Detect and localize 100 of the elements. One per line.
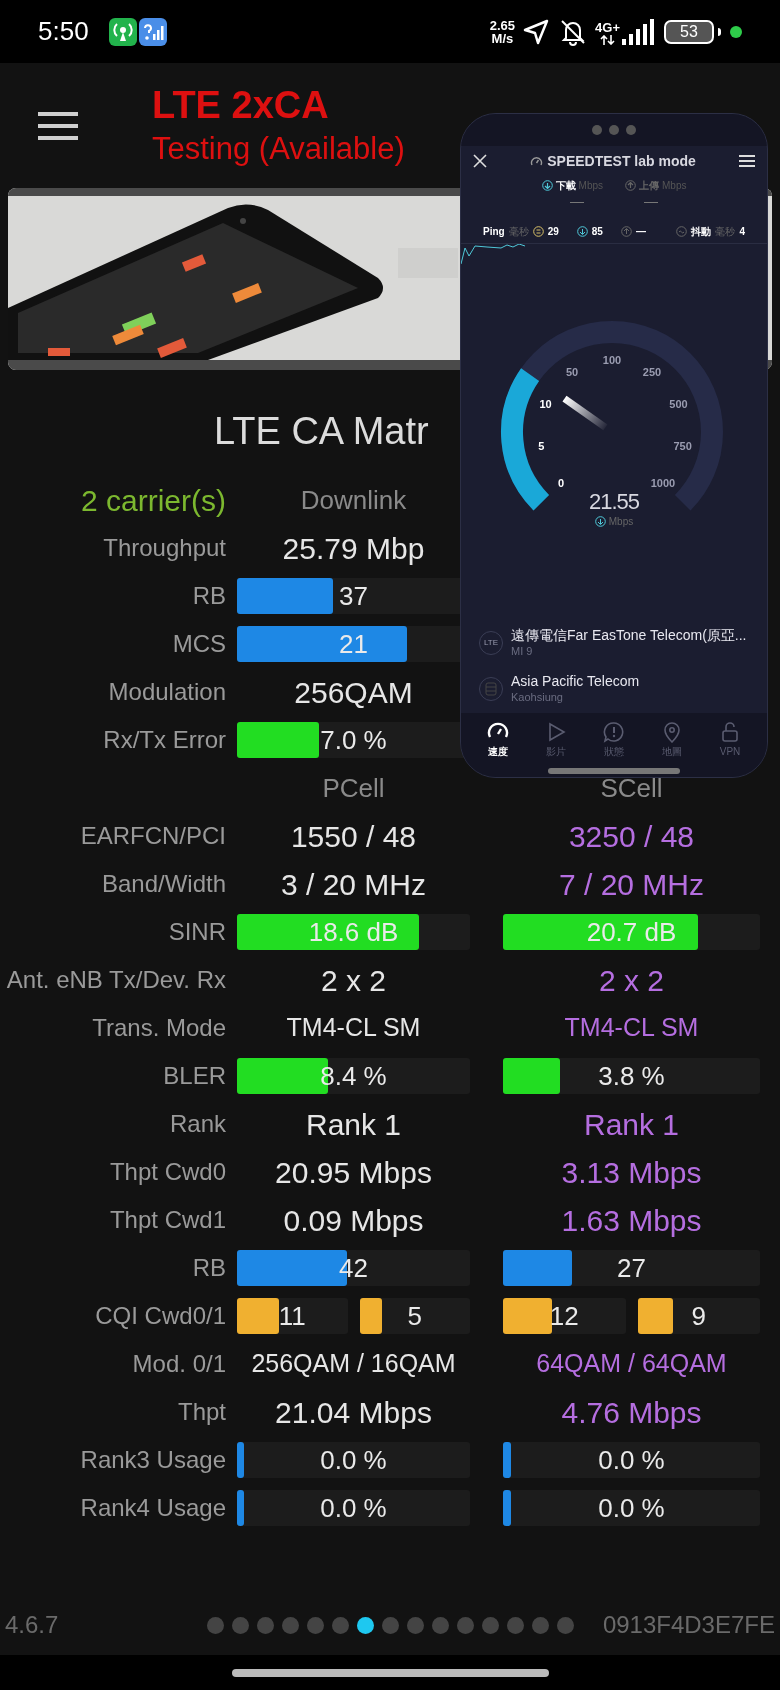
cell-value: 3250 / 48 bbox=[568, 818, 695, 855]
metric-label: 下載 bbox=[555, 178, 576, 193]
gauge-tick: 750 bbox=[673, 440, 692, 452]
app-title: SPEEDTEST lab mode bbox=[547, 151, 696, 171]
row-label: Throughput bbox=[103, 533, 226, 563]
cell-value: 2 x 2 bbox=[598, 962, 664, 999]
device-id: 0913F4D3E7FE bbox=[601, 1610, 775, 1640]
row-label: Mod. 0/1 bbox=[132, 1349, 226, 1379]
gauge-tick: 50 bbox=[565, 366, 579, 379]
nav-tab[interactable]: 地圖 bbox=[650, 721, 694, 758]
cell-value: 256QAM bbox=[294, 674, 413, 711]
cell-value: 20.95 Mbps bbox=[275, 1154, 432, 1191]
row-label: Rank4 Usage bbox=[80, 1493, 226, 1523]
cell-value: 64QAM / 64QAM bbox=[536, 1348, 727, 1380]
cell-value: 4.76 Mbps bbox=[561, 1394, 702, 1431]
gauge-tick: 5 bbox=[538, 440, 545, 452]
ping-value: 29 bbox=[547, 225, 559, 239]
column-heading: SCell bbox=[600, 771, 663, 805]
row-label: CQI Cwd0/1 bbox=[95, 1301, 226, 1331]
gauge-tick: 0 bbox=[558, 476, 565, 489]
cell-value: 3.13 Mbps bbox=[561, 1154, 702, 1191]
cell-value: TM4-CL SM bbox=[286, 1012, 421, 1044]
row-label: Trans. Mode bbox=[92, 1013, 226, 1043]
section-title: LTE CA Matr bbox=[214, 408, 429, 454]
meter-value: 7.0 % bbox=[319, 723, 388, 757]
clock: 5:50 bbox=[38, 15, 89, 48]
meter-value: 5 bbox=[406, 1299, 423, 1333]
row-label: Rx/Tx Error bbox=[103, 725, 226, 755]
ping-value: 85 bbox=[591, 225, 603, 239]
ping-unit: 毫秒 bbox=[508, 225, 529, 239]
row-label: RB bbox=[192, 581, 226, 611]
nav-tab[interactable]: 速度 bbox=[476, 721, 520, 758]
row-label: Ant. eNB Tx/Dev. Rx bbox=[6, 965, 226, 995]
gauge-tick: 250 bbox=[642, 366, 662, 379]
gauge-tick: 500 bbox=[669, 398, 688, 411]
server-name: Asia Pacific Telecom bbox=[511, 673, 640, 689]
nav-tab[interactable]: 影片 bbox=[534, 721, 578, 758]
jitter-label: 抖動 bbox=[691, 225, 712, 239]
server-detail: Kaohsiung bbox=[511, 690, 564, 705]
cell-value: 256QAM / 16QAM bbox=[251, 1348, 456, 1380]
battery: 53 bbox=[664, 19, 714, 44]
gauge-tick: 1000 bbox=[650, 476, 676, 489]
gauge-tick: 100 bbox=[602, 354, 622, 366]
cell-value: 7 / 20 MHz bbox=[558, 866, 705, 903]
row-label: Thpt Cwd0 bbox=[109, 1157, 226, 1187]
server-name: 遠傳電信Far EasTone Telecom(原亞... bbox=[511, 627, 747, 643]
row-label: Rank3 Usage bbox=[80, 1445, 226, 1475]
cell-value: 25.79 Mbp bbox=[282, 530, 425, 567]
nav-tab[interactable]: VPN bbox=[708, 721, 752, 758]
metric-unit: Mbps bbox=[662, 178, 687, 193]
meter-value: 0.0 % bbox=[597, 1443, 666, 1477]
meter-value: 27 bbox=[616, 1251, 647, 1285]
server-detail: MI 9 bbox=[511, 644, 534, 659]
network-type: 4G+ bbox=[595, 20, 620, 35]
network-speed: 2.65 bbox=[489, 18, 516, 32]
row-label: Rank bbox=[169, 1109, 226, 1139]
meter-value: 11 bbox=[277, 1299, 307, 1333]
column-heading: Downlink bbox=[300, 483, 407, 517]
app-subtitle: Testing (Available) bbox=[152, 129, 405, 168]
row-label: BLER bbox=[163, 1061, 226, 1091]
cell-value: 0.09 Mbps bbox=[283, 1202, 424, 1239]
jitter-value: 4 bbox=[739, 225, 745, 239]
meter-value: 20.7 dB bbox=[585, 915, 678, 949]
cell-value: 2 x 2 bbox=[320, 962, 386, 999]
metric-value: — bbox=[644, 194, 658, 208]
cell-value: 1550 / 48 bbox=[290, 818, 417, 855]
metric-value: — bbox=[570, 194, 584, 208]
cell-value: 3 / 20 MHz bbox=[280, 866, 427, 903]
app-title: LTE 2xCA bbox=[152, 83, 330, 129]
row-label: EARFCN/PCI bbox=[80, 821, 226, 851]
column-heading: PCell bbox=[322, 771, 385, 805]
row-label: RB bbox=[192, 1253, 226, 1283]
nav-tab[interactable]: 狀態 bbox=[592, 721, 636, 758]
carrier-count: 2 carrier(s) bbox=[81, 482, 226, 519]
row-label: SINR bbox=[168, 917, 226, 947]
meter-value: 3.8 % bbox=[597, 1059, 666, 1093]
cell-value: 1.63 Mbps bbox=[561, 1202, 702, 1239]
row-label: MCS bbox=[172, 629, 226, 659]
speed-value: 21.55 bbox=[588, 490, 640, 514]
meter-value: 21 bbox=[338, 627, 369, 661]
meter-value: 0.0 % bbox=[319, 1443, 388, 1477]
row-label: Modulation bbox=[108, 677, 226, 707]
row-label: Thpt bbox=[177, 1397, 226, 1427]
cell-value: TM4-CL SM bbox=[564, 1012, 699, 1044]
meter-value: 18.6 dB bbox=[307, 915, 400, 949]
gauge-tick: 10 bbox=[539, 398, 552, 411]
cell-value: 21.04 Mbps bbox=[275, 1394, 432, 1431]
ping-label: Ping bbox=[483, 225, 505, 239]
ping-value: — bbox=[635, 225, 647, 239]
row-label: Thpt Cwd1 bbox=[109, 1205, 226, 1235]
jitter-unit: 毫秒 bbox=[715, 225, 736, 239]
meter-value: 0.0 % bbox=[319, 1491, 388, 1525]
meter-value: 37 bbox=[338, 579, 369, 613]
metric-unit: Mbps bbox=[578, 178, 603, 193]
meter-value: 0.0 % bbox=[597, 1491, 666, 1525]
speed-unit: Mbps bbox=[608, 515, 634, 529]
row-label: Band/Width bbox=[101, 869, 226, 899]
version-text: 4.6.7 bbox=[5, 1610, 60, 1640]
meter-value: 9 bbox=[690, 1299, 707, 1333]
metric-label: 上傳 bbox=[639, 178, 659, 193]
